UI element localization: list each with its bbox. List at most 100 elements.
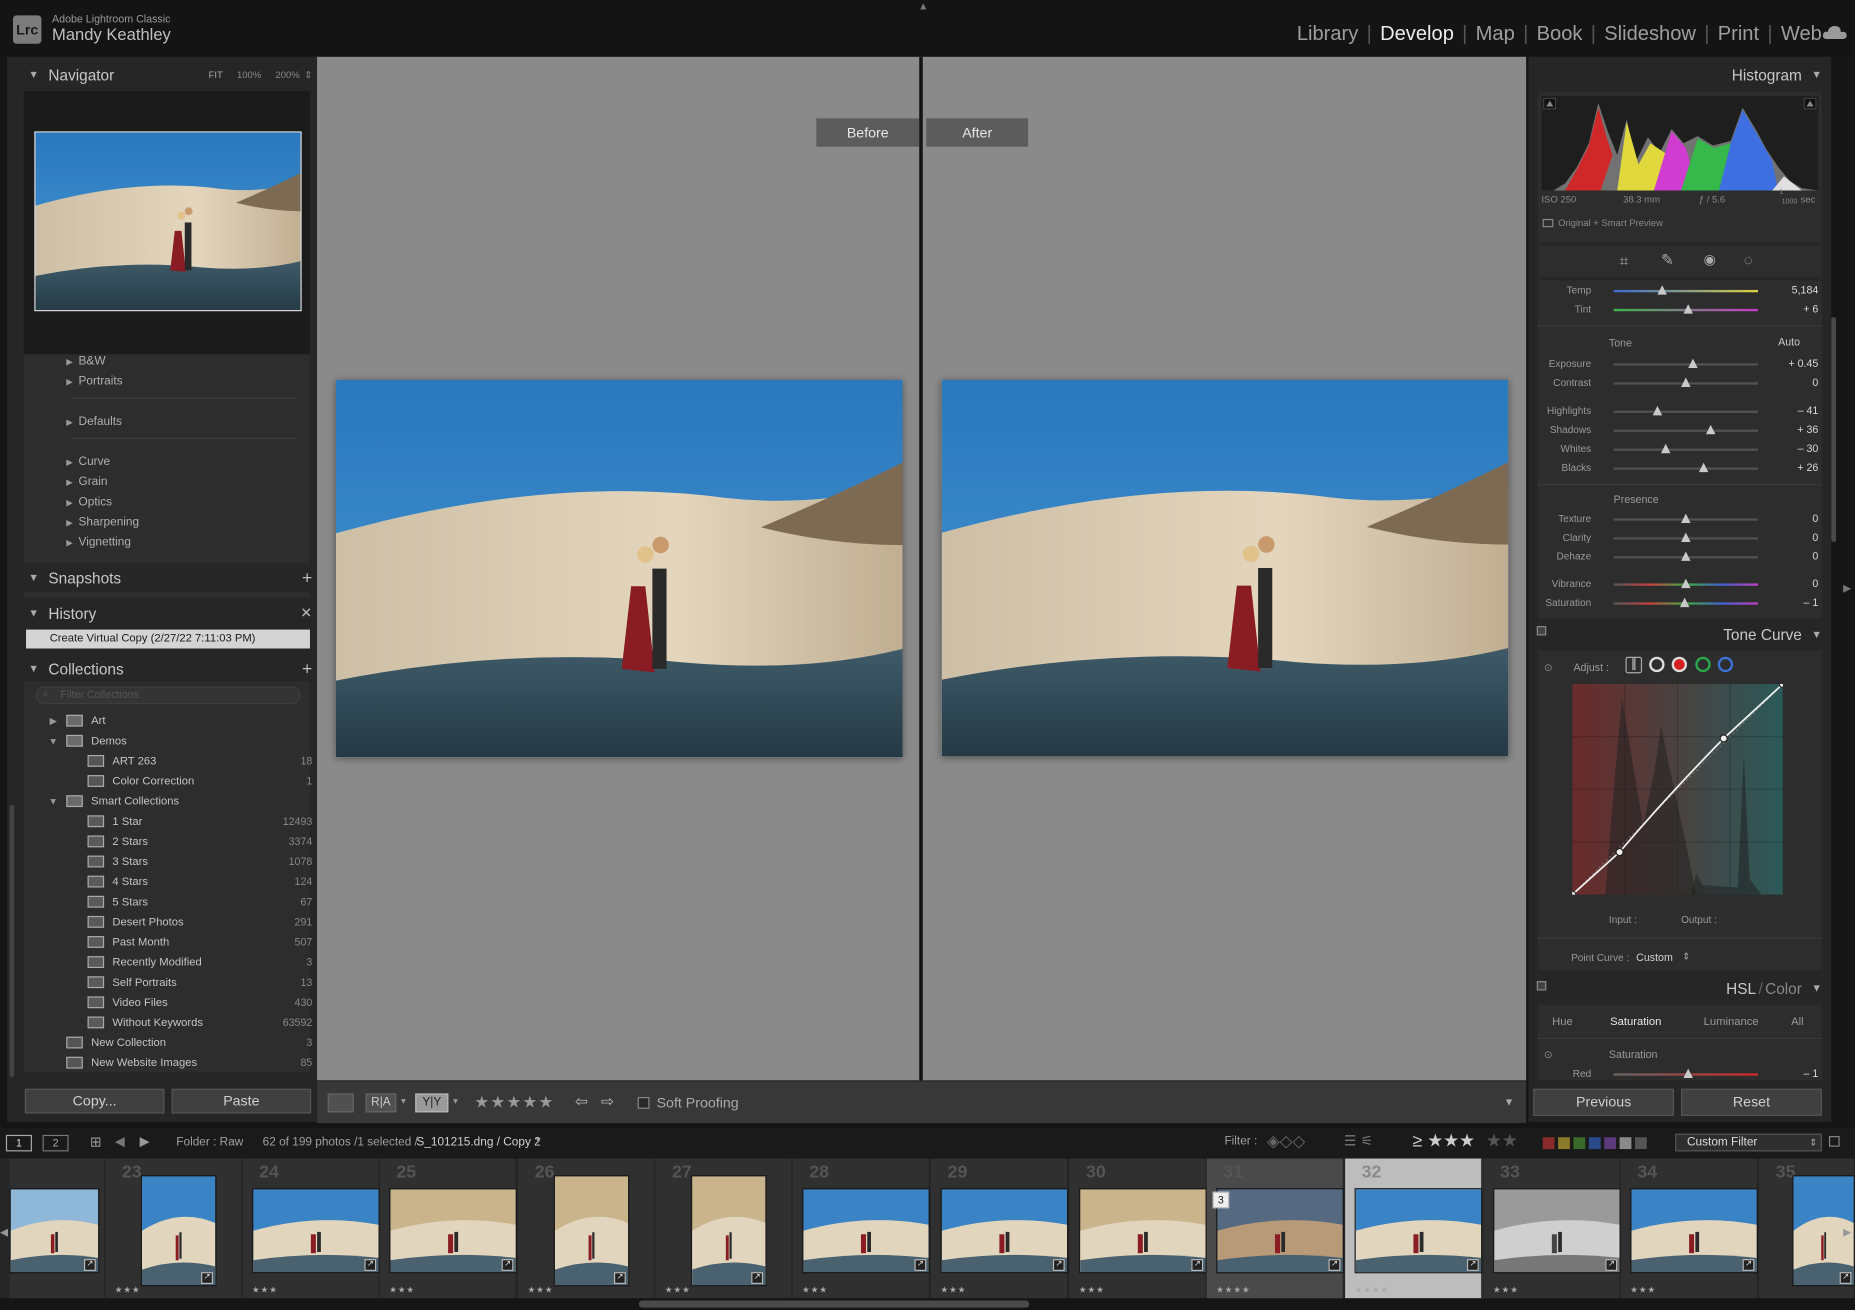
yy-menu-icon[interactable]: ▾ xyxy=(453,1096,458,1107)
slider-thumb[interactable] xyxy=(1683,1068,1694,1079)
slider-value[interactable]: 0 xyxy=(1775,550,1818,562)
color-label-filter[interactable] xyxy=(1542,1137,1647,1150)
filmstrip-cell[interactable]: 28 ★★★ ↗ xyxy=(792,1158,930,1299)
module-web[interactable]: Web xyxy=(1781,22,1822,46)
navigator-image[interactable] xyxy=(34,131,302,312)
expand-triangle-icon[interactable]: ▶ xyxy=(45,715,62,726)
slider-thumb[interactable] xyxy=(1660,443,1671,454)
preset-folder[interactable]: ▶ B&W xyxy=(66,355,105,368)
red-label-swatch[interactable] xyxy=(1542,1137,1555,1150)
slider-thumb[interactable] xyxy=(1657,285,1668,295)
slider-track[interactable] xyxy=(1613,363,1758,366)
hsl-tab-saturation[interactable]: Saturation xyxy=(1610,1015,1661,1028)
point-curve-select[interactable]: Custom xyxy=(1636,951,1673,963)
rgb-channel-icon[interactable] xyxy=(1649,656,1665,673)
rating-filter[interactable]: ≥ ★★★ xyxy=(1413,1130,1475,1151)
slider-thumb[interactable] xyxy=(1652,405,1662,416)
slider-blacks[interactable]: Blacks + 26 xyxy=(1538,460,1822,477)
hsl-tab-luminance[interactable]: Luminance xyxy=(1704,1015,1759,1028)
add-collection-icon[interactable]: + xyxy=(302,659,312,679)
photo-thumbnail[interactable] xyxy=(1078,1188,1207,1274)
slider-shadows[interactable]: Shadows + 36 xyxy=(1538,422,1822,439)
preset-folder[interactable]: ▶ Curve xyxy=(66,456,110,469)
slider-value[interactable]: + 26 xyxy=(1775,462,1818,474)
filmstrip-cell[interactable]: ↗ xyxy=(9,1158,106,1299)
photo-thumbnail[interactable] xyxy=(690,1175,767,1287)
slider-value[interactable]: 0 xyxy=(1775,577,1818,589)
module-develop[interactable]: Develop xyxy=(1380,22,1454,46)
slider-track[interactable] xyxy=(1613,448,1758,451)
filter-lock-icon[interactable] xyxy=(1828,1136,1840,1147)
reset-button[interactable]: Reset xyxy=(1681,1088,1822,1116)
targeted-adjust-icon[interactable]: ⊙ xyxy=(1544,662,1553,675)
collection-item[interactable]: ▼ Demos xyxy=(45,731,312,750)
zoom-200[interactable]: 200% xyxy=(275,69,299,80)
blue-label-swatch[interactable] xyxy=(1588,1137,1601,1150)
cell-rating[interactable]: ★★★ xyxy=(115,1285,141,1294)
main-window-button[interactable]: 1 xyxy=(5,1134,32,1152)
slider-track[interactable] xyxy=(1613,410,1758,413)
green-channel-icon[interactable] xyxy=(1695,656,1711,673)
slider-exposure[interactable]: Exposure + 0.45 xyxy=(1538,356,1822,373)
slider-thumb[interactable] xyxy=(1681,532,1691,542)
slider-tint[interactable]: Tint + 6 xyxy=(1538,302,1822,319)
photo-thumbnail[interactable] xyxy=(389,1188,517,1274)
cloud-icon[interactable] xyxy=(1822,24,1848,41)
module-print[interactable]: Print xyxy=(1718,22,1759,46)
stack-count-badge[interactable]: 3 xyxy=(1212,1191,1230,1209)
preset-folder[interactable]: ▶ Sharpening xyxy=(66,516,139,529)
collections-header[interactable]: ▼ Collections + xyxy=(28,656,312,682)
right-panel-scrollbar[interactable] xyxy=(1831,317,1837,542)
slider-thumb[interactable] xyxy=(1679,597,1690,608)
flag-filter-icon[interactable]: ◈◇◇ xyxy=(1267,1131,1305,1151)
source-folder[interactable]: Folder : Raw xyxy=(176,1136,243,1149)
collection-item[interactable]: Past Month 507 xyxy=(45,933,312,952)
hsl-title[interactable]: HSL xyxy=(1726,979,1756,997)
hsl-tab-hue[interactable]: Hue xyxy=(1552,1015,1573,1028)
soft-proofing-checkbox[interactable] xyxy=(637,1096,650,1109)
before-after-yy-button[interactable]: Y|Y xyxy=(415,1093,449,1113)
slider-dehaze[interactable]: Dehaze 0 xyxy=(1538,549,1822,566)
collection-item[interactable]: New Website Images 85 xyxy=(45,1053,312,1072)
photo-thumbnail[interactable] xyxy=(1354,1188,1483,1274)
top-panel-toggle-icon[interactable]: ▲ xyxy=(918,0,929,12)
zoom-100[interactable]: 100% xyxy=(237,69,261,80)
slider-highlights[interactable]: Highlights – 41 xyxy=(1538,404,1822,421)
filmstrip-right-icon[interactable]: ▶ xyxy=(1843,1226,1851,1239)
green-label-swatch[interactable] xyxy=(1573,1137,1586,1150)
filmstrip-cell[interactable]: 34 ★★★ ↗ xyxy=(1620,1158,1758,1299)
auto-tone-button[interactable]: Auto xyxy=(1778,336,1800,348)
history-header[interactable]: ▼ History ✕ xyxy=(28,600,312,626)
slider-temp[interactable]: Temp 5,184 xyxy=(1538,283,1822,300)
masking-icon[interactable]: ◌ xyxy=(1744,251,1753,269)
slider-value[interactable]: + 0.45 xyxy=(1775,357,1818,369)
collection-item[interactable]: 1 Star 12493 xyxy=(45,812,312,831)
slider-value[interactable]: – 30 xyxy=(1775,443,1819,455)
collection-item[interactable]: ART 263 18 xyxy=(45,751,312,770)
slider-value[interactable]: 0 xyxy=(1775,531,1818,543)
right-panel-toggle-icon[interactable]: ▶ xyxy=(1843,582,1851,595)
expand-triangle-icon[interactable]: ▼ xyxy=(45,796,62,807)
photo-thumbnail[interactable] xyxy=(251,1188,380,1274)
collection-item[interactable]: Video Files 430 xyxy=(45,993,312,1012)
zoom-menu-icon[interactable]: ⇕ xyxy=(304,69,312,80)
hsl-header[interactable]: HSL / Color ▼ xyxy=(1528,975,1822,1001)
cell-rating[interactable]: ★★★ xyxy=(1630,1285,1656,1294)
slider-thumb[interactable] xyxy=(1681,513,1691,524)
slider-thumb[interactable] xyxy=(1683,304,1694,314)
filmstrip-scrollbar[interactable] xyxy=(638,1300,1030,1308)
clear-history-icon[interactable]: ✕ xyxy=(300,605,312,622)
collection-item[interactable]: Color Correction 1 xyxy=(45,772,312,791)
photo-thumbnail[interactable] xyxy=(553,1175,630,1287)
filmstrip-cell[interactable]: 24 ★★★ ↗ xyxy=(242,1158,380,1299)
before-photo[interactable] xyxy=(335,379,903,758)
red-channel-icon[interactable] xyxy=(1671,656,1688,673)
cell-rating[interactable]: ★★★ xyxy=(665,1285,691,1294)
slider-thumb[interactable] xyxy=(1698,462,1708,473)
ra-menu-icon[interactable]: ▾ xyxy=(401,1096,406,1107)
filmstrip-cell[interactable]: 26 ★★★ ↗ xyxy=(518,1158,656,1299)
tone-curve-graph[interactable] xyxy=(1572,683,1783,895)
filename-menu-icon[interactable]: ▾ xyxy=(536,1135,541,1146)
slider-thumb[interactable] xyxy=(1705,424,1716,435)
blue-channel-icon[interactable] xyxy=(1717,656,1734,673)
